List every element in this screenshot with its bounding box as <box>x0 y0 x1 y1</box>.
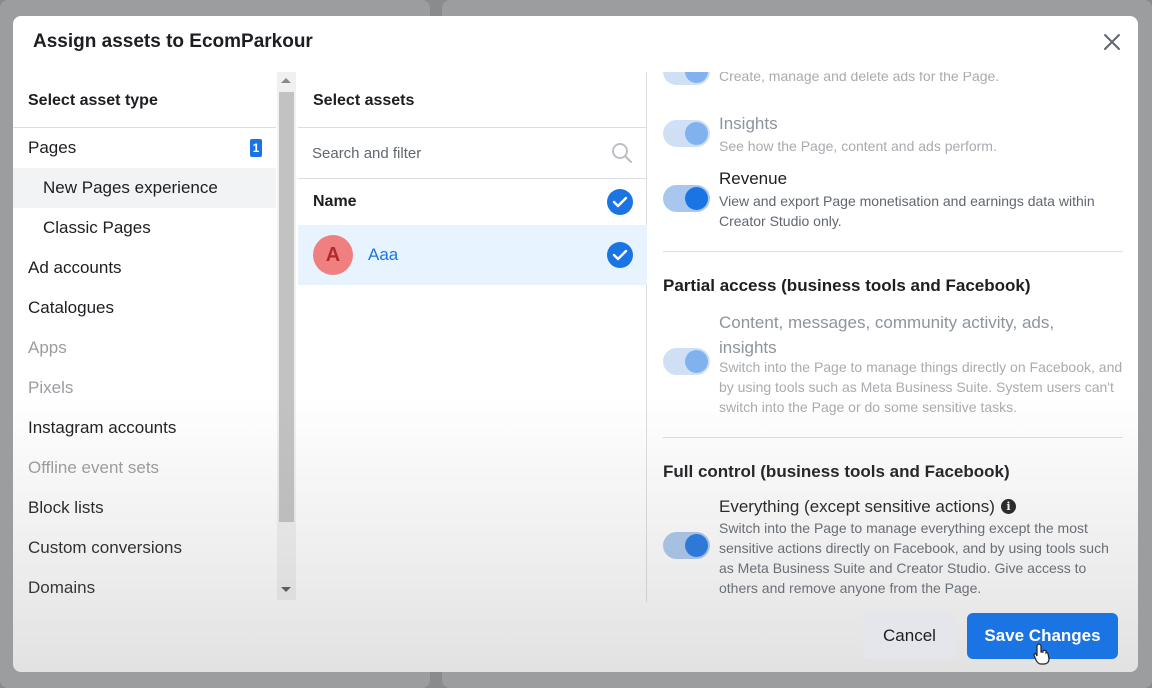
permission-title: Everything (except sensitive actions) i <box>719 497 1016 517</box>
asset-type-ad-accounts[interactable]: Ad accounts <box>13 248 276 288</box>
search-icon[interactable] <box>611 142 633 164</box>
permission-description: View and export Page monetisation and ea… <box>719 193 1095 229</box>
toggle-knob <box>685 534 708 557</box>
assign-assets-dialog: Assign assets to EcomParkour Select asse… <box>13 16 1138 672</box>
permissions-column: Create, manage and delete ads for the Pa… <box>663 72 1123 602</box>
dialog-header: Assign assets to EcomParkour <box>13 16 1138 71</box>
permission-description: Create, manage and delete ads for the Pa… <box>719 72 1000 84</box>
permission-description: Switch into the Page to manage everythin… <box>719 520 1109 596</box>
asset-name[interactable]: Aaa <box>368 245 398 265</box>
asset-type-offline-event-sets[interactable]: Offline event sets <box>13 448 276 488</box>
asset-type-list: Pages 1 New Pages experience Classic Pag… <box>13 128 276 608</box>
asset-type-custom-conversions[interactable]: Custom conversions <box>13 528 276 568</box>
asset-type-instagram-accounts[interactable]: Instagram accounts <box>13 408 276 448</box>
permission-description: See how the Page, content and ads perfor… <box>719 138 997 154</box>
asset-type-new-pages-experience[interactable]: New Pages experience <box>13 168 276 208</box>
asset-type-label: Block lists <box>28 498 104 517</box>
asset-type-column: Select asset type Pages 1 New Pages expe… <box>13 72 297 602</box>
asset-type-label: Catalogues <box>28 298 115 317</box>
asset-checkbox[interactable] <box>607 242 633 268</box>
divider <box>663 437 1123 438</box>
pointer-cursor-icon <box>1033 643 1050 665</box>
full-control-heading: Full control (business tools and Faceboo… <box>663 462 1010 481</box>
assets-column: Select assets Name A Aaa <box>298 72 647 602</box>
asset-type-label: Pages <box>28 138 77 157</box>
partial-access-heading: Partial access (business tools and Faceb… <box>663 276 1031 295</box>
permission-title: Revenue <box>719 169 788 188</box>
permission-full-control: Everything (except sensitive actions) i S… <box>663 496 1123 602</box>
toggle-knob <box>685 122 708 145</box>
count-badge: 1 <box>250 139 262 157</box>
asset-type-label: New Pages experience <box>43 178 218 197</box>
asset-type-label: Classic Pages <box>43 218 151 237</box>
permission-toggle[interactable] <box>663 72 710 85</box>
info-icon[interactable]: i <box>1000 499 1016 514</box>
divider <box>663 251 1123 252</box>
select-all-checkbox[interactable] <box>607 189 633 215</box>
permission-partial-access: Content, messages, community activity, a… <box>663 308 1123 418</box>
permission-insights: Insights See how the Page, content and a… <box>663 112 1123 162</box>
permission-toggle[interactable] <box>663 348 710 375</box>
permission-description: Switch into the Page to manage things di… <box>719 359 1123 415</box>
toggle-knob <box>685 72 708 83</box>
permission-title: Insights <box>719 114 778 133</box>
check-icon <box>612 249 628 261</box>
asset-type-label: Domains <box>28 578 96 597</box>
toggle-knob <box>685 350 708 373</box>
dialog-footer: Cancel Save Changes <box>13 603 1138 672</box>
scroll-thumb[interactable] <box>279 92 294 522</box>
scroll-up-arrow-icon[interactable] <box>281 78 291 83</box>
asset-type-label: Offline event sets <box>28 458 160 477</box>
asset-type-block-lists[interactable]: Block lists <box>13 488 276 528</box>
permission-toggle[interactable] <box>663 120 710 147</box>
asset-type-catalogues[interactable]: Catalogues <box>13 288 276 328</box>
name-header-row: Name <box>298 179 647 225</box>
avatar: A <box>313 235 353 275</box>
asset-type-classic-pages[interactable]: Classic Pages <box>13 208 276 248</box>
dialog-title: Assign assets to EcomParkour <box>33 31 313 52</box>
scrollbar[interactable] <box>277 72 296 600</box>
asset-row[interactable]: A Aaa <box>298 225 647 285</box>
name-column-header: Name <box>313 193 357 210</box>
permission-manage-ads: Create, manage and delete ads for the Pa… <box>663 72 1123 98</box>
permission-toggle[interactable] <box>663 532 710 559</box>
asset-type-label: Instagram accounts <box>28 418 177 437</box>
asset-type-heading: Select asset type <box>28 92 158 109</box>
permission-revenue: Revenue View and export Page monetisatio… <box>663 167 1123 237</box>
search-box <box>298 128 647 178</box>
asset-type-label: Custom conversions <box>28 538 183 557</box>
assets-heading: Select assets <box>313 92 415 109</box>
permission-toggle[interactable] <box>663 185 710 212</box>
scroll-down-arrow-icon[interactable] <box>281 587 291 592</box>
close-icon[interactable] <box>1100 30 1124 54</box>
check-icon <box>612 196 628 208</box>
cancel-button[interactable]: Cancel <box>863 613 956 659</box>
asset-type-domains[interactable]: Domains <box>13 568 276 608</box>
asset-type-apps[interactable]: Apps <box>13 328 276 368</box>
asset-type-label: Pixels <box>28 378 74 397</box>
search-input[interactable] <box>312 138 602 168</box>
permission-title: Content, messages, community activity, a… <box>719 313 1055 357</box>
asset-type-label: Ad accounts <box>28 258 122 277</box>
toggle-knob <box>685 187 708 210</box>
permission-title-text: Everything (except sensitive actions) <box>719 497 995 516</box>
asset-type-pixels[interactable]: Pixels <box>13 368 276 408</box>
asset-type-label: Apps <box>28 338 67 357</box>
asset-type-pages[interactable]: Pages 1 <box>13 128 276 168</box>
